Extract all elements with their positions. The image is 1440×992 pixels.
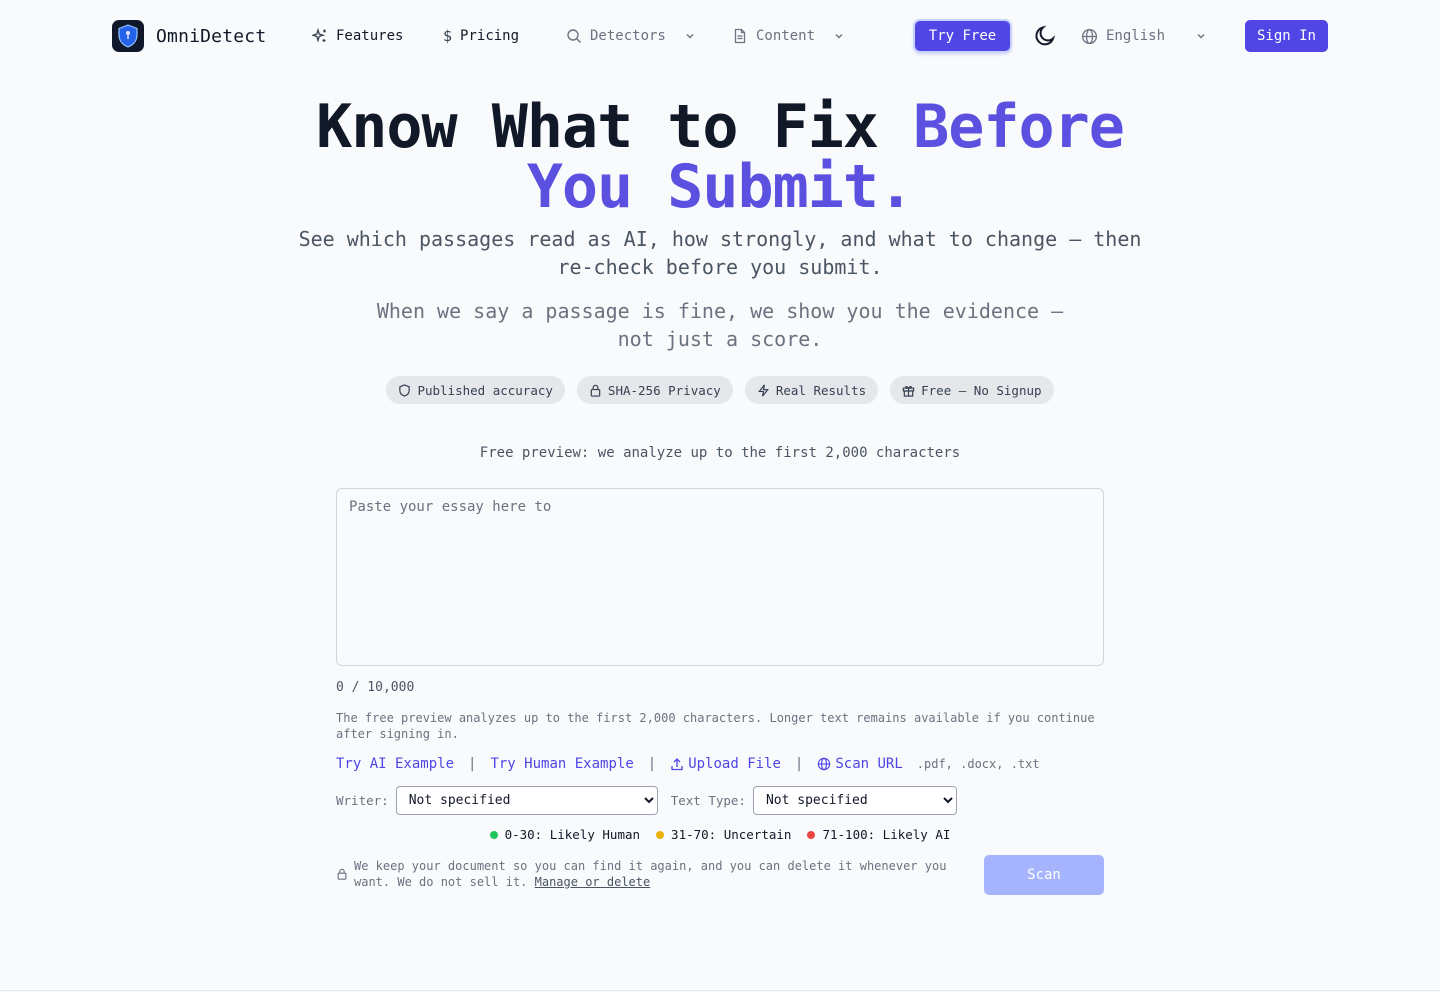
try-free-button[interactable]: Try Free <box>915 21 1010 51</box>
language-selector[interactable]: English <box>1081 26 1207 46</box>
writer-label: Writer: <box>336 793 389 808</box>
nav-features-label: Features <box>336 28 404 44</box>
separator: | <box>794 756 804 772</box>
pill-results: Real Results <box>744 376 879 404</box>
scan-url-label: Scan URL <box>835 756 903 772</box>
pill-results-label: Real Results <box>775 382 867 398</box>
hero-title-accent-2: You Submit. <box>526 152 914 222</box>
brand-logo[interactable]: OmniDetect <box>112 20 266 52</box>
legend-uncertain-label: 31-70: Uncertain <box>671 827 792 842</box>
shield-logo-icon <box>112 20 144 52</box>
document-icon <box>734 28 746 44</box>
legend-ai: 71-100: Likely AI <box>807 827 950 842</box>
scan-options: Writer: Not specified Text Type: Not spe… <box>336 786 957 815</box>
divider <box>0 990 1440 991</box>
upload-file-button[interactable]: Upload File <box>670 756 781 772</box>
upload-file-label: Upload File <box>688 756 781 772</box>
text-type-select[interactable]: Not specified <box>752 786 957 815</box>
globe-icon <box>818 757 831 771</box>
globe-icon <box>1081 28 1098 44</box>
pill-accuracy: Published accuracy <box>386 376 565 404</box>
chevron-down-icon <box>686 34 694 39</box>
manage-delete-link[interactable]: Manage or delete <box>535 875 651 889</box>
search-icon <box>567 29 581 43</box>
text-type-label: Text Type: <box>670 793 746 808</box>
pill-accuracy-label: Published accuracy <box>417 382 553 398</box>
legend-human-label: 0-30: Likely Human <box>504 827 641 842</box>
nav-features[interactable]: Features <box>312 26 403 46</box>
nav-detectors-dropdown[interactable]: Detectors <box>566 26 696 46</box>
hero-title-accent-1: Before <box>913 92 1125 162</box>
scan-button[interactable]: Scan <box>984 855 1104 895</box>
gift-icon <box>902 385 915 397</box>
moon-icon <box>1035 25 1056 46</box>
hero-evidence-text: When we say a passage is fine, we show y… <box>376 299 1064 351</box>
brand-name: OmniDetect <box>156 25 267 47</box>
language-label: English <box>1106 28 1166 44</box>
pill-free: Free — No Signup <box>890 376 1054 404</box>
legend-human: 0-30: Likely Human <box>489 827 641 842</box>
feature-pills: Published accuracy SHA-256 Privacy Real … <box>0 376 1440 404</box>
top-navigation: OmniDetect Features $ Pricing Detectors … <box>0 0 1440 72</box>
separator: | <box>468 756 477 772</box>
nav-content-dropdown[interactable]: Content <box>732 26 845 46</box>
essay-input[interactable] <box>336 488 1104 666</box>
nav-pricing-label: Pricing <box>460 28 520 44</box>
lightning-icon <box>757 384 769 396</box>
upload-icon <box>671 758 683 771</box>
lock-icon <box>590 384 601 397</box>
shield-icon <box>399 383 411 397</box>
hero-title: Know What to Fix Before You Submit. <box>0 97 1440 217</box>
preview-note: Free preview: we analyze up to the first… <box>479 445 961 461</box>
chevron-down-icon <box>835 34 843 39</box>
lock-icon <box>337 868 347 880</box>
pill-free-label: Free — No Signup <box>921 382 1042 398</box>
try-human-example-link[interactable]: Try Human Example <box>490 756 633 772</box>
scan-url-button[interactable]: Scan URL <box>817 756 903 772</box>
yellow-dot-icon <box>656 830 665 839</box>
theme-toggle[interactable] <box>1033 24 1057 48</box>
score-legend: 0-30: Likely Human 31-70: Uncertain 71-1… <box>0 827 1440 842</box>
nav-content-label: Content <box>756 28 816 44</box>
example-actions: Try AI Example | Try Human Example | Upl… <box>336 755 1040 773</box>
character-counter: 0 / 10,000 <box>336 680 415 695</box>
legend-uncertain: 31-70: Uncertain <box>656 827 791 842</box>
sign-in-button[interactable]: Sign In <box>1245 20 1328 52</box>
nav-pricing[interactable]: $ Pricing <box>443 26 519 46</box>
separator: | <box>647 756 657 772</box>
try-ai-example-link[interactable]: Try AI Example <box>336 756 454 772</box>
pill-privacy: SHA-256 Privacy <box>576 376 733 404</box>
nav-detectors-label: Detectors <box>590 28 666 44</box>
dollar-icon: $ <box>443 27 453 45</box>
chevron-down-icon <box>1197 34 1205 39</box>
green-dot-icon <box>489 830 498 839</box>
pill-privacy-label: SHA-256 Privacy <box>607 382 721 398</box>
privacy-notice: We keep your document so you can find it… <box>336 858 956 890</box>
sparkles-icon <box>312 28 326 43</box>
supported-formats: .pdf, .docx, .txt <box>916 757 1040 771</box>
legend-ai-label: 71-100: Likely AI <box>822 827 951 842</box>
writer-select[interactable]: Not specified <box>395 786 658 815</box>
hero-subtitle: See which passages read as AI, how stron… <box>298 227 1142 279</box>
limit-note: The free preview analyzes up to the firs… <box>336 711 1095 741</box>
red-dot-icon <box>807 830 816 839</box>
